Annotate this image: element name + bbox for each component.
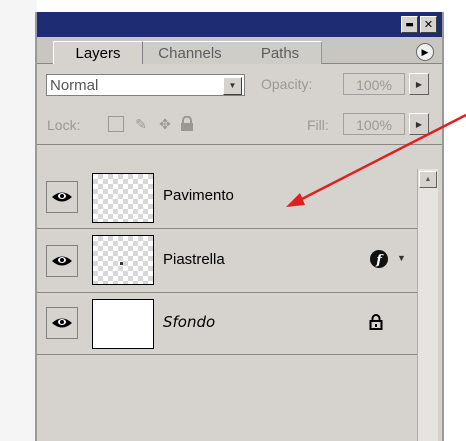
opacity-value: 100% (356, 77, 392, 93)
layer-name[interactable]: Pavimento (163, 187, 234, 204)
visibility-toggle[interactable] (46, 181, 78, 213)
fill-field[interactable]: 100% (343, 113, 405, 135)
blend-mode-value: Normal (50, 77, 99, 94)
tab-layers-label: Layers (75, 44, 121, 62)
tab-paths[interactable]: Paths (239, 41, 322, 64)
chevron-down-icon[interactable]: ▼ (397, 253, 406, 263)
eye-icon (52, 192, 72, 202)
padlock-icon (369, 314, 383, 330)
layer-row-pavimento[interactable]: Pavimento (37, 169, 417, 229)
layers-panel: ▬ ✕ Layers Channels Paths ▶ Normal ▼ Opa… (37, 12, 444, 441)
layer-list: Pavimento Piastrella f ▼ Sfondo (37, 169, 417, 369)
layer-style-icon[interactable]: f (369, 249, 389, 269)
visibility-toggle[interactable] (46, 307, 78, 339)
close-button[interactable]: ✕ (420, 16, 437, 33)
opacity-field[interactable]: 100% (343, 73, 405, 95)
panel-menu-button[interactable]: ▶ (416, 43, 434, 61)
tab-channels-label: Channels (158, 44, 222, 62)
move-lock-icon[interactable]: ✥ (157, 116, 173, 132)
panel-tabs: Layers Channels Paths ▶ (37, 37, 442, 64)
layer-list-scrollbar[interactable]: ▲ (417, 169, 438, 441)
layer-name[interactable]: Piastrella (163, 251, 225, 268)
layer-row-piastrella[interactable]: Piastrella f ▼ (37, 229, 417, 293)
fill-slider-button[interactable]: ▶ (409, 113, 429, 135)
minimize-icon: ▬ (405, 19, 414, 30)
opacity-slider-button[interactable]: ▶ (409, 73, 429, 95)
close-icon: ✕ (423, 18, 434, 31)
tab-channels[interactable]: Channels (141, 41, 240, 64)
panel-menu-icon: ▶ (421, 46, 429, 57)
blend-mode-select[interactable]: Normal ▼ (46, 74, 245, 96)
fill-value: 100% (356, 117, 392, 133)
tab-layers[interactable]: Layers (53, 41, 143, 64)
eye-icon (52, 318, 72, 328)
scroll-up-button[interactable]: ▲ (419, 171, 437, 188)
lock-fill-row: Lock: ✎ ✥ Fill: 100% ▶ (37, 104, 442, 145)
transparency-lock-icon[interactable] (108, 116, 124, 132)
layer-thumbnail (92, 173, 154, 223)
chevron-right-icon: ▶ (415, 119, 423, 129)
padlock-icon[interactable] (179, 115, 195, 132)
layer-thumbnail (92, 299, 154, 349)
lock-label: Lock: (47, 117, 81, 133)
blend-opacity-row: Normal ▼ Opacity: 100% ▶ (37, 64, 442, 104)
visibility-toggle[interactable] (46, 245, 78, 277)
layer-name[interactable]: Sfondo (163, 313, 215, 331)
fill-label: Fill: (307, 117, 329, 133)
panel-titlebar: ▬ ✕ (37, 12, 442, 37)
layer-row-sfondo[interactable]: Sfondo (37, 293, 417, 355)
opacity-label: Opacity: (261, 76, 313, 92)
eye-icon (52, 256, 72, 266)
chevron-down-icon[interactable]: ▼ (223, 77, 242, 95)
left-frame (0, 0, 37, 441)
minimize-button[interactable]: ▬ (401, 16, 418, 33)
layer-thumbnail (92, 235, 154, 285)
tab-paths-label: Paths (260, 44, 300, 62)
chevron-right-icon: ▶ (415, 79, 423, 89)
brush-lock-icon[interactable]: ✎ (133, 116, 149, 132)
